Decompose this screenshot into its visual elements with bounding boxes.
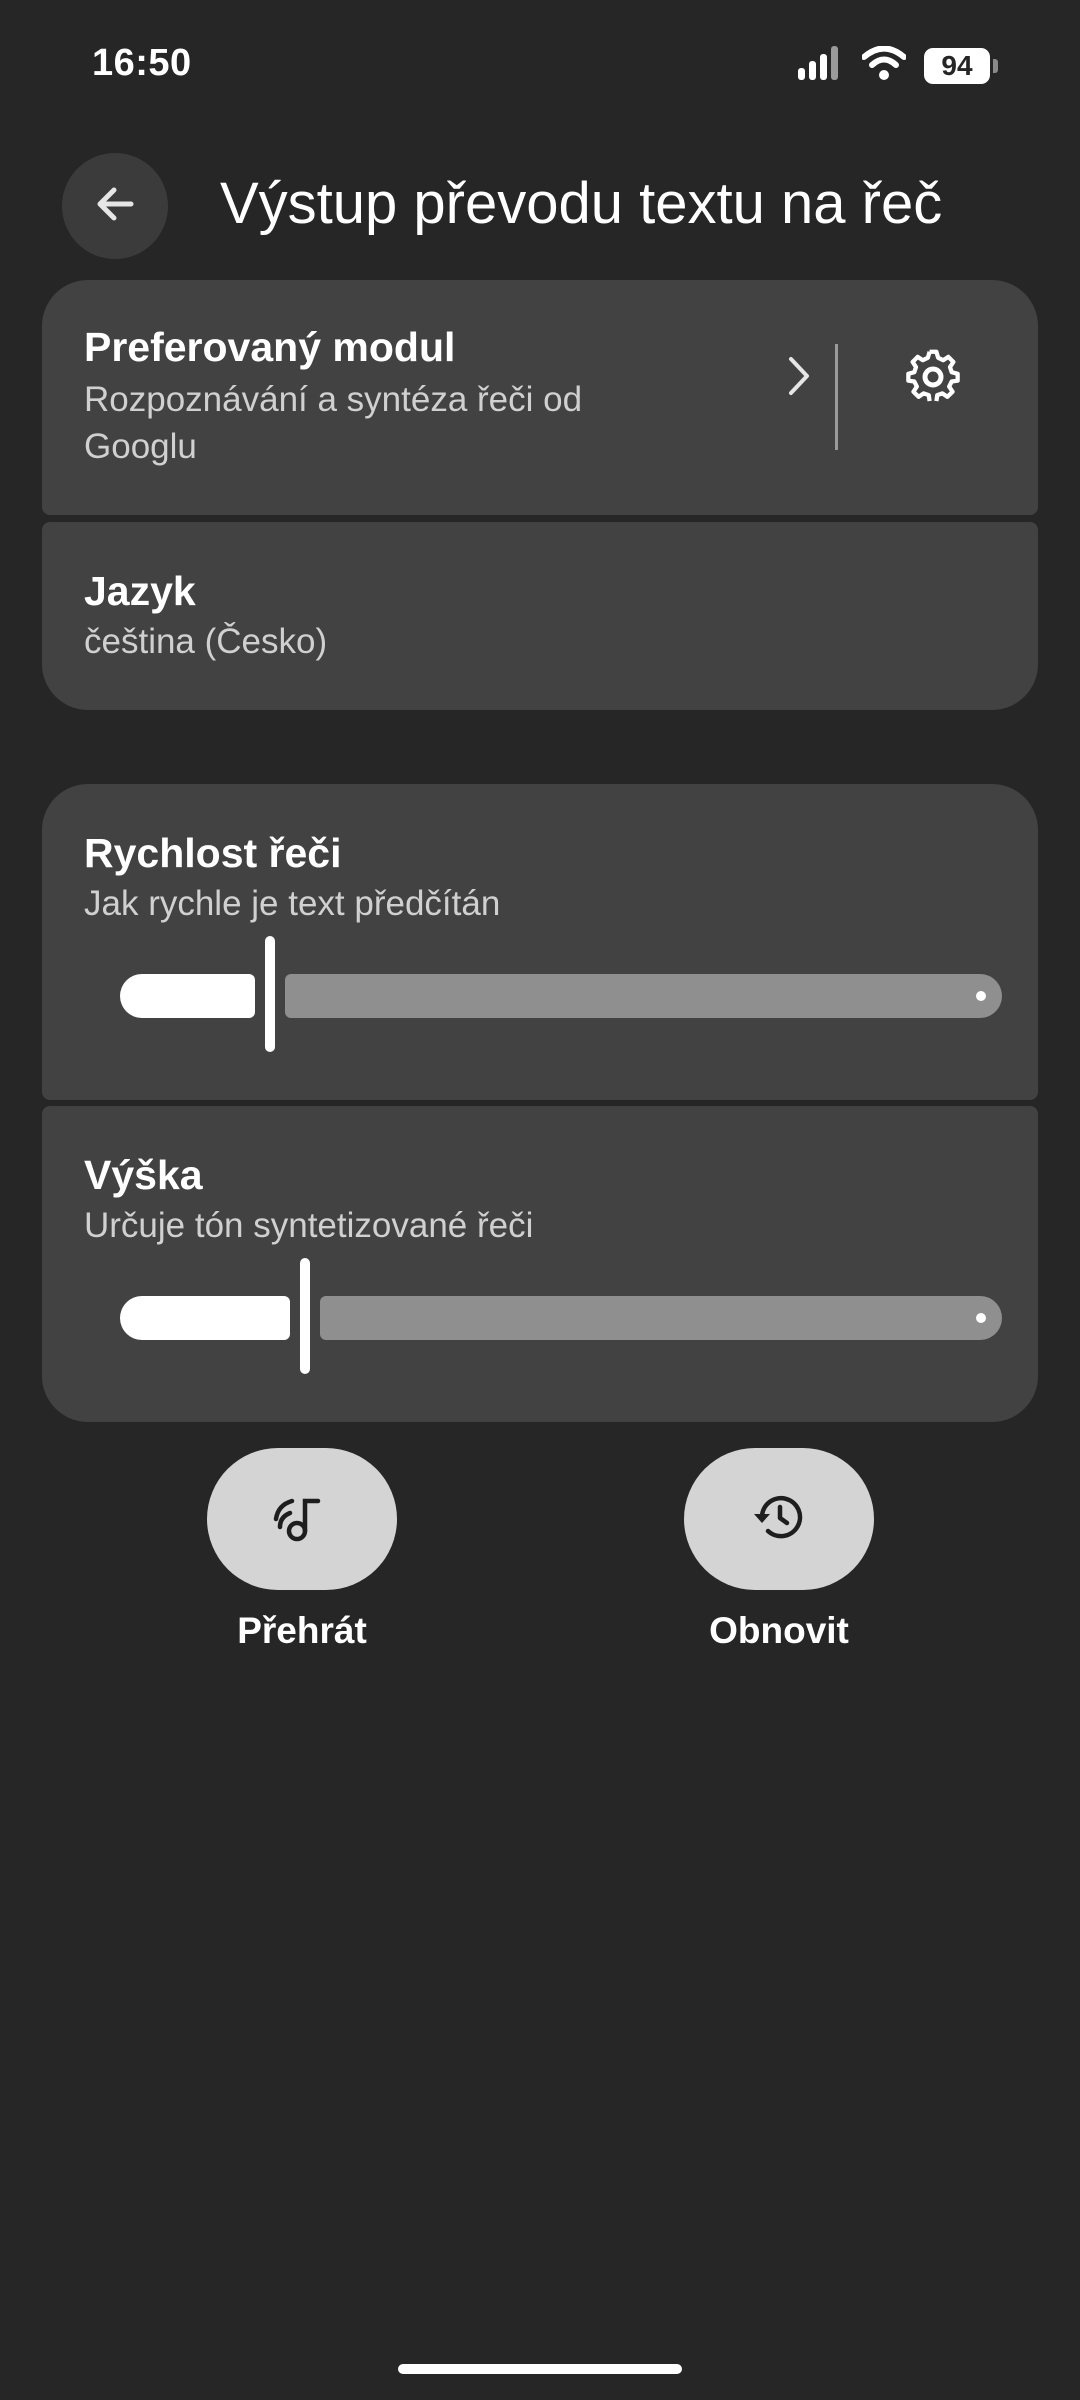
preferred-engine-subtitle: Rozpoznávání a syntéza řeči od Googlu bbox=[84, 376, 582, 470]
vertical-divider bbox=[835, 344, 838, 450]
home-indicator[interactable] bbox=[398, 2364, 682, 2374]
chevron-right-button[interactable] bbox=[764, 338, 834, 418]
status-bar: 16:50 94 bbox=[0, 0, 1080, 130]
engine-settings-button[interactable] bbox=[892, 338, 974, 420]
slider-end-dot bbox=[976, 1313, 986, 1323]
speech-rate-card: Rychlost řeči Jak rychle je text předčít… bbox=[42, 784, 1038, 1100]
slider-active-track bbox=[120, 974, 255, 1018]
screen: 16:50 94 Výstup převodu textu na řeč Pre… bbox=[0, 0, 1080, 2400]
back-button[interactable] bbox=[62, 153, 168, 259]
slider-active-track bbox=[120, 1296, 290, 1340]
chevron-right-icon bbox=[784, 354, 814, 403]
speech-rate-slider[interactable] bbox=[120, 936, 1002, 1052]
preferred-engine-subtitle-line1: Rozpoznávání a syntéza řeči od bbox=[84, 380, 583, 419]
pitch-title: Výška bbox=[84, 1152, 203, 1198]
reset-label: Obnovit bbox=[709, 1610, 849, 1651]
slider-end-dot bbox=[976, 991, 986, 1001]
speech-rate-title: Rychlost řeči bbox=[84, 830, 342, 876]
status-icons: 94 bbox=[798, 45, 998, 85]
battery-level: 94 bbox=[941, 49, 973, 81]
speech-music-icon bbox=[272, 1487, 332, 1552]
speech-rate-subtitle: Jak rychle je text předčítán bbox=[84, 884, 501, 923]
language-value: čeština (Česko) bbox=[84, 622, 328, 661]
reset-button[interactable] bbox=[684, 1448, 874, 1590]
back-arrow-icon bbox=[91, 180, 139, 233]
wifi-icon bbox=[861, 45, 907, 85]
slider-inactive-track bbox=[320, 1296, 1002, 1340]
slider-handle[interactable] bbox=[300, 1258, 310, 1374]
gear-icon bbox=[903, 347, 963, 412]
history-restore-icon bbox=[749, 1487, 809, 1552]
page-title: Výstup převodu textu na řeč bbox=[220, 171, 943, 236]
preferred-engine-card[interactable]: Preferovaný modul Rozpoznávání a syntéza… bbox=[42, 280, 1038, 515]
slider-inactive-track bbox=[285, 974, 1002, 1018]
play-button[interactable] bbox=[207, 1448, 397, 1590]
preferred-engine-title: Preferovaný modul bbox=[84, 324, 456, 370]
status-time: 16:50 bbox=[92, 42, 192, 84]
signal-icon bbox=[798, 46, 844, 85]
language-title: Jazyk bbox=[84, 568, 196, 614]
battery-tip bbox=[993, 58, 998, 73]
pitch-subtitle: Určuje tón syntetizované řeči bbox=[84, 1206, 534, 1245]
play-label: Přehrát bbox=[237, 1610, 367, 1651]
pitch-card: Výška Určuje tón syntetizované řeči bbox=[42, 1106, 1038, 1422]
language-card[interactable]: Jazyk čeština (Česko) bbox=[42, 522, 1038, 710]
preferred-engine-subtitle-line2: Googlu bbox=[84, 427, 197, 466]
slider-handle[interactable] bbox=[265, 936, 275, 1052]
battery-icon: 94 bbox=[924, 47, 998, 84]
pitch-slider[interactable] bbox=[120, 1258, 1002, 1374]
